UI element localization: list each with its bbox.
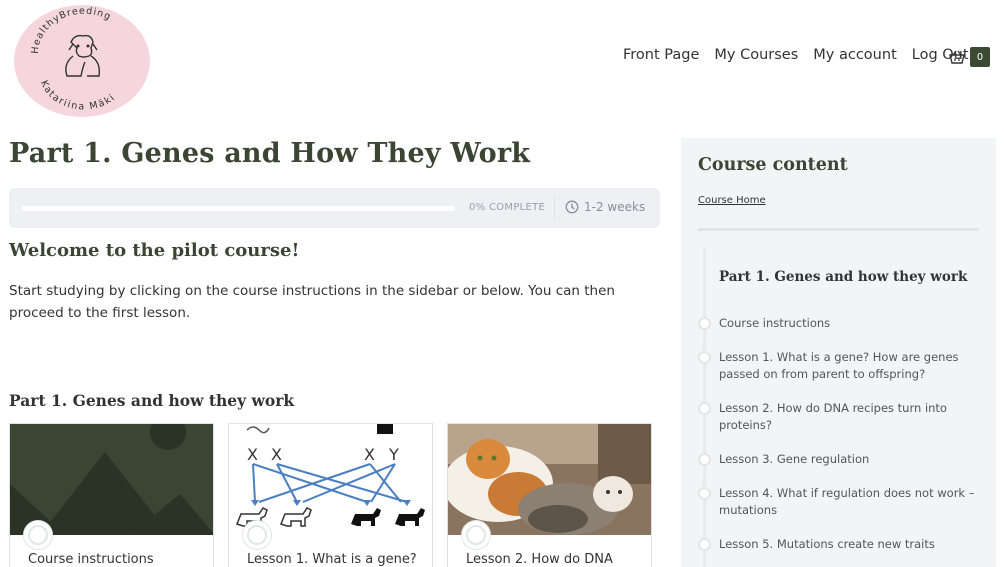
chromosome-label: X xyxy=(247,445,258,464)
status-circle-icon xyxy=(698,538,711,551)
course-home-link[interactable]: Course Home xyxy=(698,195,766,206)
logo[interactable]: HealthyBreeding Katariina Mäki xyxy=(13,4,151,117)
course-duration: 1-2 weeks xyxy=(565,200,645,214)
main-nav: Front Page My Courses My account Log Out xyxy=(623,47,984,63)
sidebar-item-label: Lesson 5. Mutations create new traits xyxy=(719,537,935,551)
lesson-card-lesson-1[interactable]: X X X Y Lesson 1. What is a gene? xyxy=(228,423,433,567)
basket-icon xyxy=(949,50,965,64)
sidebar-item-label: Lesson 2. How do DNA recipes turn into p… xyxy=(719,401,947,432)
section-title: Part 1. Genes and how they work xyxy=(9,391,295,410)
chromosome-label: X xyxy=(271,445,282,464)
nav-front-page[interactable]: Front Page xyxy=(623,47,699,63)
status-circle-icon xyxy=(461,520,491,550)
nav-my-account[interactable]: My account xyxy=(813,47,896,63)
sidebar-item-course-instructions[interactable]: Course instructions xyxy=(698,315,979,332)
progress-panel: 0% COMPLETE 1-2 weeks xyxy=(9,188,660,228)
clock-icon xyxy=(565,200,579,214)
status-circle-icon xyxy=(242,520,272,550)
sidebar-item-label: Lesson 4. What if regulation does not wo… xyxy=(719,486,975,517)
sidebar-title: Course content xyxy=(698,155,848,175)
status-circle-icon xyxy=(698,351,711,364)
status-circle-icon xyxy=(698,453,711,466)
course-sidebar: Course content Course Home Part 1. Genes… xyxy=(681,138,996,567)
status-circle-icon xyxy=(698,487,711,500)
card-label: Lesson 1. What is a gene? xyxy=(247,552,417,567)
sidebar-item-label: Course instructions xyxy=(719,316,831,330)
sidebar-item-label: Lesson 3. Gene regulation xyxy=(719,452,870,466)
sidebar-section-title[interactable]: Part 1. Genes and how they work xyxy=(719,269,967,285)
cart-button[interactable]: 0 xyxy=(949,47,990,67)
chromosome-label: Y xyxy=(388,445,399,464)
sidebar-item-lesson-4[interactable]: Lesson 4. What if regulation does not wo… xyxy=(698,485,979,519)
chromosome-label: X xyxy=(364,445,375,464)
sidebar-item-lesson-1[interactable]: Lesson 1. What is a gene? How are genes … xyxy=(698,349,979,383)
nav-my-courses[interactable]: My Courses xyxy=(714,47,798,63)
placeholder-image xyxy=(10,424,213,535)
intro-text: Start studying by clicking on the course… xyxy=(9,283,615,321)
lesson-card-lesson-2[interactable]: Lesson 2. How do DNA xyxy=(447,423,652,567)
divider xyxy=(554,196,555,220)
sidebar-divider xyxy=(698,228,979,231)
sidebar-item-lesson-2[interactable]: Lesson 2. How do DNA recipes turn into p… xyxy=(698,400,979,434)
status-circle-icon xyxy=(23,520,53,550)
status-circle-icon xyxy=(698,317,711,330)
card-label: Course instructions xyxy=(28,552,154,567)
page-title: Part 1. Genes and How They Work xyxy=(9,138,531,169)
progress-text: 0% COMPLETE xyxy=(469,202,546,213)
card-label: Lesson 2. How do DNA xyxy=(466,552,613,567)
sidebar-item-lesson-3[interactable]: Lesson 3. Gene regulation xyxy=(698,451,979,468)
inheritance-diagram-image: X X X Y xyxy=(229,424,432,535)
cart-count-badge: 0 xyxy=(970,47,990,67)
sidebar-item-lesson-5[interactable]: Lesson 5. Mutations create new traits xyxy=(698,536,979,553)
cats-photo xyxy=(448,424,651,535)
status-circle-icon xyxy=(698,402,711,415)
duration-text: 1-2 weeks xyxy=(584,200,646,214)
lesson-card-course-instructions[interactable]: Course instructions xyxy=(9,423,214,567)
welcome-heading: Welcome to the pilot course! xyxy=(9,240,300,261)
progress-bar xyxy=(22,206,455,211)
sidebar-item-label: Lesson 1. What is a gene? How are genes … xyxy=(719,350,959,381)
